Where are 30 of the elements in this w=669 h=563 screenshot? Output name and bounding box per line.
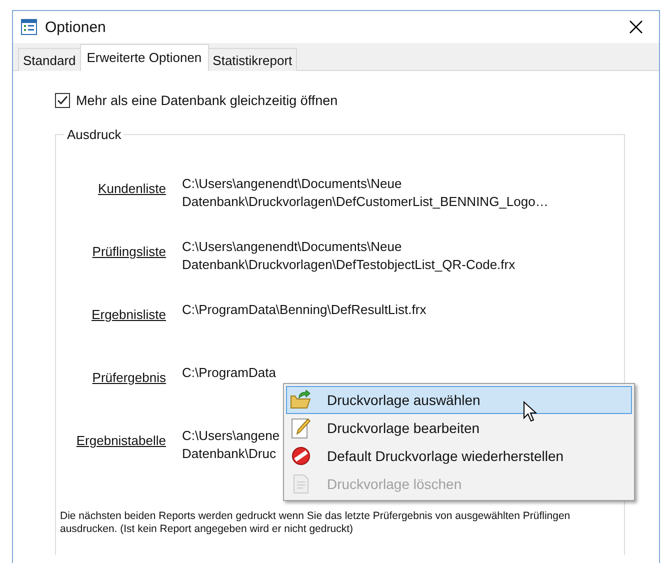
menu-item[interactable]: Druckvorlage bearbeiten xyxy=(286,414,632,442)
file-path: Datenbank\Druckvorlagen\DefTestobjectList_QR-Code.frx xyxy=(182,256,516,274)
report-link[interactable]: Kundenliste xyxy=(56,175,166,196)
folder-arrow-icon xyxy=(289,390,313,410)
file-path: Datenbank\Druckvorlagen\DefCustomerList_BENNING_Logo… xyxy=(182,193,548,211)
group-title: Ausdruck xyxy=(64,127,124,142)
file-path: C:\ProgramData xyxy=(182,364,276,382)
file-path: C:\Users\angene xyxy=(182,427,280,445)
forbidden-icon xyxy=(289,446,313,466)
menu-item[interactable]: Druckvorlage auswählen xyxy=(286,386,632,414)
window-title: Optionen xyxy=(45,18,107,36)
pencil-icon xyxy=(289,417,313,439)
note-text: Die nächsten beiden Reports werden gedruckt wenn Sie das letzte Prüfergebnis von ausgewählten Prüflingen ausdrucken. (Ist kein Report angegeben wird er nicht gedruckt) xyxy=(60,510,572,536)
checkbox[interactable] xyxy=(55,93,70,108)
cursor-icon xyxy=(523,401,537,423)
tab[interactable]: Statistikreport xyxy=(208,48,298,71)
report-link[interactable]: Ergebnistabelle xyxy=(56,427,166,448)
report-link[interactable]: Ergebnisliste xyxy=(56,301,166,322)
file-path: C:\Users\angenendt\Documents\Neue xyxy=(182,175,403,193)
menu-item[interactable]: Default Druckvorlage wiederherstellen xyxy=(286,442,632,470)
file-path: Datenbank\Druc xyxy=(182,445,277,463)
report-link[interactable]: Prüflingsliste xyxy=(56,238,166,259)
close-icon xyxy=(629,20,643,34)
checkbox-label: Mehr als eine Datenbank gleichzeitig öffnen xyxy=(76,93,338,108)
list-icon xyxy=(21,19,37,35)
file-path: C:\ProgramData\Benning\DefResultList.frx xyxy=(182,301,426,319)
tab[interactable]: Erweiterte Optionen xyxy=(80,44,209,71)
file-path: C:\Users\angenendt\Documents\Neue xyxy=(182,238,403,256)
report-link[interactable]: Prüfergebnis xyxy=(56,364,166,385)
tab[interactable]: Standard xyxy=(18,48,81,71)
